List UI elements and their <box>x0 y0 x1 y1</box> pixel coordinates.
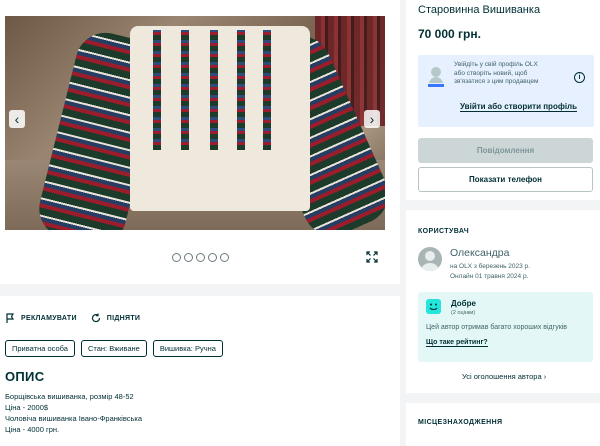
flag-icon <box>6 313 15 323</box>
pagination-dot[interactable] <box>184 253 193 262</box>
ad-title: Старовинна Вишиванка <box>418 4 541 16</box>
user-avatar-icon <box>420 251 440 271</box>
smile-icon <box>426 299 441 314</box>
location-title: МІСЦЕЗНАХОДЖЕННЯ <box>418 419 503 426</box>
login-prompt-line: Увійдіть у свій профіль OLX <box>454 61 538 68</box>
all-author-ads-link[interactable]: Усі оголошення автора › <box>462 372 546 381</box>
info-icon[interactable]: i <box>574 72 585 83</box>
rating-info-link[interactable]: Що таке рейтинг? <box>426 339 488 347</box>
attribute-chip: Приватна особа <box>5 340 75 357</box>
user-since: на OLX з березень 2023 р. <box>450 263 530 270</box>
profile-illustration-icon <box>428 67 444 87</box>
rating-count: (2 оцінки) <box>451 310 476 316</box>
pagination-dot[interactable] <box>172 253 181 262</box>
description-line: Борщівська вишиванка, розмір 48-52 <box>5 392 134 401</box>
ad-actions: РЕКЛАМУВАТИ ПІДНЯТИ <box>6 313 140 323</box>
login-prompt-line: зв'язатися з цим продавцем <box>454 78 539 85</box>
login-link[interactable]: Увійти або створити профіль <box>460 102 578 112</box>
shirt-embroidery-stripe <box>153 30 161 150</box>
listing-photo[interactable] <box>5 16 385 230</box>
prev-photo-button[interactable]: ‹ <box>9 110 25 128</box>
rating-description: Цей автор отримав багато хороших відгукі… <box>426 324 568 331</box>
raise-label: ПІДНЯТИ <box>106 314 141 322</box>
message-button[interactable]: Повідомлення <box>418 138 593 163</box>
description-line: Чоловіча вишиванка Івано-Франківська <box>5 414 143 423</box>
ad-attributes: Приватна особа Стан: Вживане Вишивка: Ру… <box>5 340 223 357</box>
description-heading: ОПИС <box>5 369 45 384</box>
fullscreen-icon[interactable] <box>366 251 378 263</box>
attribute-chip: Стан: Вживане <box>80 340 147 357</box>
login-prompt-line: або створіть новий, щоб <box>454 69 528 77</box>
rating-box: Добре (2 оцінки) Цей автор отримав багат… <box>418 292 593 362</box>
attribute-chip: Вишивка: Ручна <box>152 340 223 357</box>
user-name[interactable]: Олександра <box>450 247 509 259</box>
photo-pagination <box>172 253 229 262</box>
price-card: Старовинна Вишиванка 70 000 грн. Увійдіт… <box>406 0 600 200</box>
login-prompt: Увійдіть у свій профіль OLX або створіть… <box>418 55 594 127</box>
login-prompt-text: Увійдіть у свій профіль OLX або створіть… <box>454 61 572 87</box>
shirt-embroidery-stripe <box>237 30 245 150</box>
pagination-dot[interactable] <box>208 253 217 262</box>
promote-button[interactable]: РЕКЛАМУВАТИ <box>6 313 77 323</box>
promote-label: РЕКЛАМУВАТИ <box>21 314 77 322</box>
location-card: МІСЦЕЗНАХОДЖЕННЯ <box>406 403 600 446</box>
show-phone-button[interactable]: Показати телефон <box>418 167 593 192</box>
pagination-dot[interactable] <box>196 253 205 262</box>
description-line: Ціна - 4000 грн. <box>5 425 60 434</box>
rating-title: Добре <box>451 299 476 308</box>
shirt-embroidery-stripe <box>210 30 218 150</box>
refresh-icon <box>91 313 100 323</box>
raise-button[interactable]: ПІДНЯТИ <box>91 313 140 323</box>
user-card: КОРИСТУВАЧ Олександра на OLX з березень … <box>406 210 600 393</box>
shirt-embroidery-stripe <box>181 30 189 150</box>
next-photo-button[interactable]: › <box>364 110 380 128</box>
description-line: Ціна - 2000$ <box>5 403 49 412</box>
description-card: РЕКЛАМУВАТИ ПІДНЯТИ Приватна особа Стан:… <box>0 296 400 446</box>
pagination-dot[interactable] <box>220 253 229 262</box>
description-text: Борщівська вишиванка, розмір 48-52 Ціна … <box>5 391 142 435</box>
user-section-title: КОРИСТУВАЧ <box>418 228 470 235</box>
photo-gallery: ‹ › <box>0 0 400 284</box>
user-meta: на OLX з березень 2023 р. Онлайн 01 трав… <box>450 262 530 282</box>
ad-price: 70 000 грн. <box>418 27 481 41</box>
shirt-embroidery-stripe <box>263 30 271 150</box>
user-online: Онлайн 01 травня 2024 р. <box>450 273 529 280</box>
avatar[interactable] <box>418 247 442 271</box>
